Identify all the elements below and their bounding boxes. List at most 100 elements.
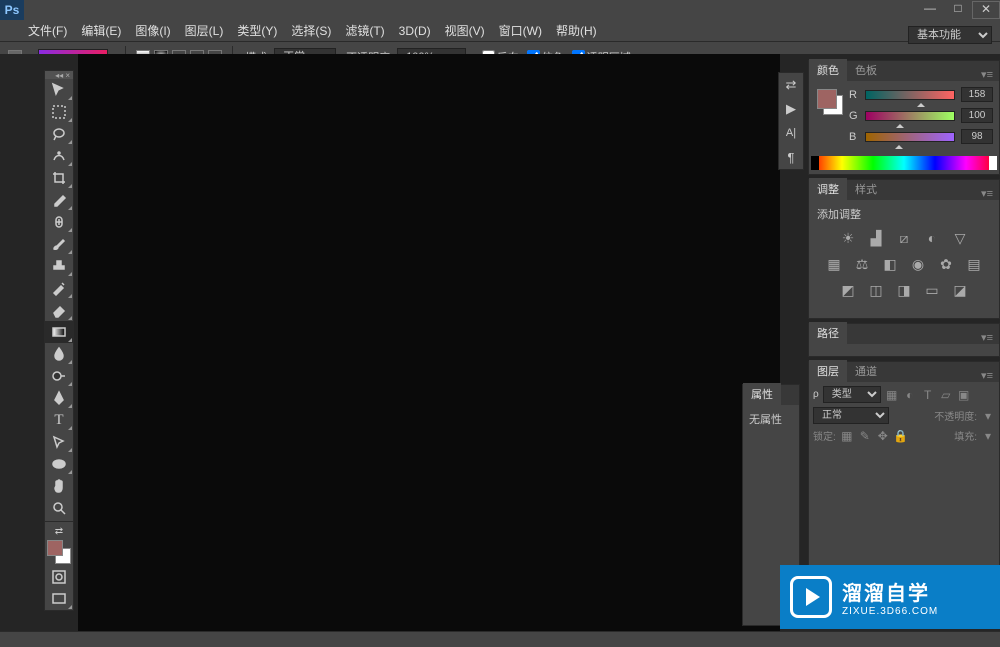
crop-tool[interactable] [45, 167, 73, 189]
b-value[interactable] [961, 129, 993, 144]
collapsed-panels: ⇄ ▶ A| ¶ [778, 72, 804, 170]
stamp-tool[interactable] [45, 255, 73, 277]
adjust-panel-menu[interactable]: ▾≡ [975, 187, 999, 200]
eyedropper-tool[interactable] [45, 189, 73, 211]
healing-tool[interactable] [45, 211, 73, 233]
workspace-select[interactable]: 基本功能 [908, 26, 992, 44]
layer-blend-select[interactable]: 正常 [813, 407, 889, 424]
tab-color[interactable]: 颜色 [809, 59, 847, 81]
b-slider[interactable] [865, 132, 955, 142]
menu-file[interactable]: 文件(F) [28, 22, 67, 39]
adj-hue-icon[interactable]: ▦ [825, 256, 843, 274]
add-adjust-label: 添加调整 [817, 206, 991, 222]
adj-poster-icon[interactable]: ◫ [867, 282, 885, 300]
tab-channels[interactable]: 通道 [847, 360, 885, 382]
eraser-tool[interactable] [45, 299, 73, 321]
menu-filter[interactable]: 滤镜(T) [345, 22, 384, 39]
menubar: 文件(F) 编辑(E) 图像(I) 图层(L) 类型(Y) 选择(S) 滤镜(T… [0, 20, 1000, 42]
adj-brightness-icon[interactable]: ☀ [839, 230, 857, 248]
menu-view[interactable]: 视图(V) [445, 22, 485, 39]
g-slider[interactable] [865, 111, 955, 121]
blur-tool[interactable] [45, 343, 73, 365]
filter-image-icon[interactable]: ▦ [885, 388, 899, 402]
filter-smart-icon[interactable]: ▣ [957, 388, 971, 402]
adj-exposure-icon[interactable]: ◐ [923, 230, 941, 248]
canvas[interactable] [78, 54, 780, 647]
adj-photofilter-icon[interactable]: ◉ [909, 256, 927, 274]
move-tool[interactable] [45, 79, 73, 101]
lock-all-icon[interactable]: 🔒 [894, 429, 908, 443]
lock-pos-icon[interactable]: ✥ [876, 429, 890, 443]
maximize-button[interactable]: □ [944, 1, 972, 19]
menu-edit[interactable]: 编辑(E) [81, 22, 121, 39]
r-value[interactable] [961, 87, 993, 102]
menu-window[interactable]: 窗口(W) [499, 22, 542, 39]
tab-paths[interactable]: 路径 [809, 322, 847, 344]
paths-panel-menu[interactable]: ▾≡ [975, 331, 999, 344]
fill-label: 填充: [954, 428, 977, 443]
hand-tool[interactable] [45, 475, 73, 497]
tab-swatches[interactable]: 色板 [847, 59, 885, 81]
minimize-button[interactable]: — [916, 1, 944, 19]
adj-bw-icon[interactable]: ◧ [881, 256, 899, 274]
spectrum-bar[interactable] [811, 156, 997, 170]
menu-3d[interactable]: 3D(D) [399, 24, 431, 38]
path-select-tool[interactable] [45, 431, 73, 453]
adj-lut-icon[interactable]: ▤ [965, 256, 983, 274]
adj-vibrance-icon[interactable]: ▽ [951, 230, 969, 248]
tab-adjustments[interactable]: 调整 [809, 178, 847, 200]
quick-select-tool[interactable] [45, 145, 73, 167]
lock-paint-icon[interactable]: ✎ [858, 429, 872, 443]
toolbar: ◂◂ × T ⇄ [44, 70, 74, 611]
adj-balance-icon[interactable]: ⚖ [853, 256, 871, 274]
zoom-tool[interactable] [45, 497, 73, 519]
menu-image[interactable]: 图像(I) [135, 22, 170, 39]
adj-gradmap-icon[interactable]: ▭ [923, 282, 941, 300]
paths-panel: 路径 ▾≡ [808, 323, 1000, 357]
tab-properties[interactable]: 属性 [743, 383, 781, 405]
brush-tool[interactable] [45, 233, 73, 255]
toolbar-collapse[interactable]: ◂◂ × [45, 71, 73, 79]
color-panel: 颜色 色板 ▾≡ R G B [808, 60, 1000, 175]
color-panel-menu[interactable]: ▾≡ [975, 68, 999, 81]
layers-panel-menu[interactable]: ▾≡ [975, 369, 999, 382]
close-button[interactable]: ✕ [972, 1, 1000, 19]
filter-adjust-icon[interactable]: ◐ [903, 388, 917, 402]
gradient-tool[interactable] [45, 321, 73, 343]
lock-trans-icon[interactable]: ▦ [840, 429, 854, 443]
marquee-tool[interactable] [45, 101, 73, 123]
filter-shape-icon[interactable]: ▱ [939, 388, 953, 402]
quickmask-tool[interactable] [45, 566, 73, 588]
foreground-swatch[interactable] [47, 540, 63, 556]
menu-layer[interactable]: 图层(L) [185, 22, 224, 39]
filter-type-icon[interactable]: T [921, 388, 935, 402]
sidetab-actions[interactable]: ▶ [779, 97, 803, 121]
history-brush-tool[interactable] [45, 277, 73, 299]
color-swatches[interactable] [47, 540, 71, 564]
menu-select[interactable]: 选择(S) [291, 22, 331, 39]
adj-mixer-icon[interactable]: ✿ [937, 256, 955, 274]
menu-help[interactable]: 帮助(H) [556, 22, 597, 39]
adj-curves-icon[interactable]: ⧄ [895, 230, 913, 248]
layer-filter-select[interactable]: 类型 [823, 386, 881, 403]
type-tool[interactable]: T [45, 409, 73, 431]
adj-levels-icon[interactable]: ▟ [867, 230, 885, 248]
panel-color-swatches[interactable] [815, 87, 843, 143]
tab-layers[interactable]: 图层 [809, 360, 847, 382]
shape-tool[interactable] [45, 453, 73, 475]
g-value[interactable] [961, 108, 993, 123]
dodge-tool[interactable] [45, 365, 73, 387]
sidetab-history[interactable]: ⇄ [779, 73, 803, 97]
tab-styles[interactable]: 样式 [847, 178, 885, 200]
adj-threshold-icon[interactable]: ◨ [895, 282, 913, 300]
pen-tool[interactable] [45, 387, 73, 409]
lasso-tool[interactable] [45, 123, 73, 145]
adj-invert-icon[interactable]: ◩ [839, 282, 857, 300]
sidetab-paragraph[interactable]: ¶ [779, 145, 803, 169]
r-slider[interactable] [865, 90, 955, 100]
color-swap-icon[interactable]: ⇄ [45, 524, 73, 538]
menu-type[interactable]: 类型(Y) [237, 22, 277, 39]
screenmode-tool[interactable] [45, 588, 73, 610]
adj-selective-icon[interactable]: ◪ [951, 282, 969, 300]
sidetab-character[interactable]: A| [779, 121, 803, 145]
